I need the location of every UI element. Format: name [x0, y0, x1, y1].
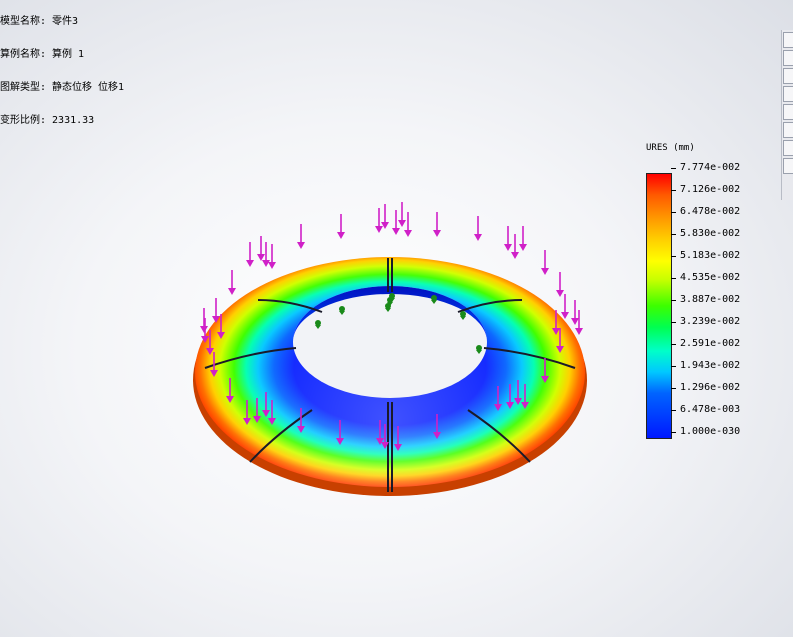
- legend-tick: [671, 212, 676, 213]
- load-arrow-icon: [433, 212, 441, 237]
- model-viewport[interactable]: [0, 0, 793, 637]
- toolbar-icon[interactable]: [783, 50, 793, 66]
- load-arrow-icon: [228, 270, 236, 295]
- legend-tick: [671, 256, 676, 257]
- load-arrow-icon: [571, 300, 579, 325]
- load-arrow-icon: [257, 236, 265, 261]
- load-arrow-icon: [504, 226, 512, 251]
- legend-tick: [671, 388, 676, 389]
- load-arrow-icon: [519, 226, 527, 251]
- legend-tick: [671, 366, 676, 367]
- torus-model[interactable]: [193, 257, 587, 496]
- load-arrow-icon: [541, 250, 549, 275]
- legend-label: 6.478e-002: [680, 206, 741, 217]
- load-arrow-icon: [337, 214, 345, 239]
- toolbar-icon[interactable]: [783, 86, 793, 102]
- legend-label: 7.126e-002: [680, 184, 741, 195]
- load-arrow-icon: [556, 272, 564, 297]
- load-arrow-icon: [398, 202, 406, 227]
- toolbar-icon[interactable]: [783, 158, 793, 174]
- legend-tick: [671, 432, 676, 433]
- legend-label: 1.000e-030: [680, 426, 741, 437]
- load-arrow-icon: [297, 224, 305, 249]
- toolbar-icon[interactable]: [783, 140, 793, 156]
- legend-label: 1.943e-002: [680, 360, 741, 371]
- legend-tick: [671, 322, 676, 323]
- toolbar-icon[interactable]: [783, 68, 793, 84]
- load-arrow-icon: [381, 204, 389, 229]
- legend-tick: [671, 168, 676, 169]
- legend-tick: [671, 410, 676, 411]
- load-arrow-icon: [392, 210, 400, 235]
- load-arrow-icon: [561, 294, 569, 319]
- toolbar-icon[interactable]: [783, 122, 793, 138]
- legend-label: 6.478e-003: [680, 404, 741, 415]
- side-toolbar: [781, 30, 793, 200]
- legend-label: 1.296e-002: [680, 382, 741, 393]
- legend-tick: [671, 300, 676, 301]
- legend-color-bar: [646, 173, 672, 439]
- load-arrow-icon: [375, 208, 383, 233]
- legend-tick: [671, 344, 676, 345]
- legend-label: 5.183e-002: [680, 250, 741, 261]
- load-arrow-icon: [511, 234, 519, 259]
- toolbar-icon[interactable]: [783, 104, 793, 120]
- legend-label: 5.830e-002: [680, 228, 741, 239]
- legend-tick: [671, 234, 676, 235]
- legend-label: 4.535e-002: [680, 272, 741, 283]
- legend-tick: [671, 278, 676, 279]
- load-arrow-icon: [246, 242, 254, 267]
- load-arrow-icon: [200, 308, 208, 333]
- load-arrow-icon: [268, 244, 276, 269]
- load-arrow-icon: [404, 212, 412, 237]
- load-arrow-icon: [474, 216, 482, 241]
- toolbar-icon[interactable]: [783, 32, 793, 48]
- legend-label: 2.591e-002: [680, 338, 741, 349]
- legend-label: 3.239e-002: [680, 316, 741, 327]
- legend-label: 7.774e-002: [680, 162, 741, 173]
- legend-title: URES (mm): [646, 143, 695, 153]
- legend-tick: [671, 190, 676, 191]
- legend-label: 3.887e-002: [680, 294, 741, 305]
